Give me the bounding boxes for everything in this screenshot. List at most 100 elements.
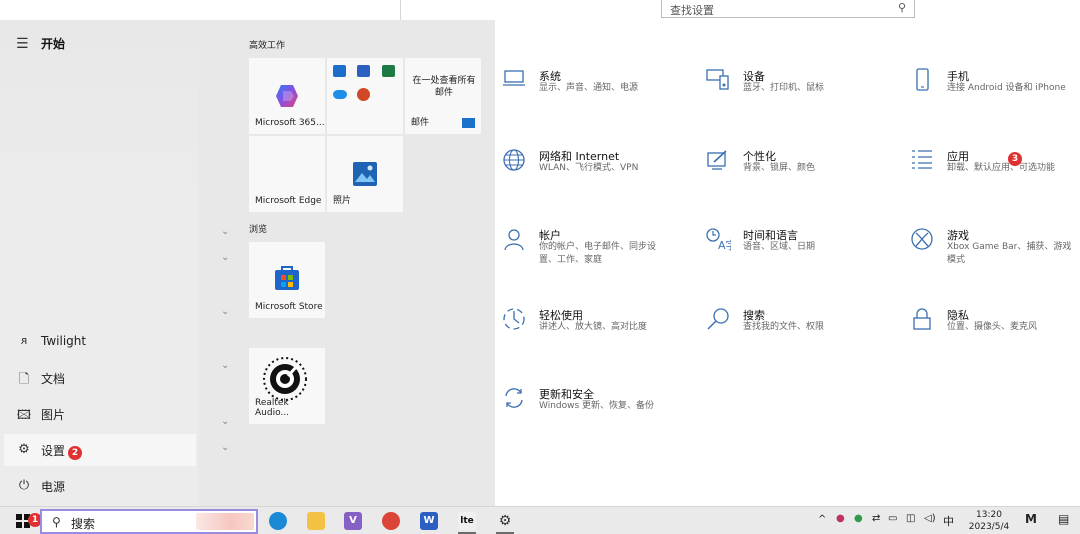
chevron-down-icon[interactable]: ⌄ (221, 252, 229, 263)
document-icon: 🗋 (18, 372, 30, 387)
group-title-productivity: 高效工作 (249, 41, 286, 51)
settings-tile-personalization[interactable]: 个性化 背景、锁屏、颜色 (705, 148, 905, 208)
tile-office-apps[interactable] (327, 58, 403, 134)
outlook-icon (333, 65, 346, 77)
tile-photos[interactable]: 照片 (327, 136, 403, 212)
settings-tile-search[interactable]: 搜索 查找我的文件、权限 (705, 307, 905, 367)
store-icon (273, 264, 301, 295)
chevron-down-icon[interactable]: ⌄ (221, 442, 229, 453)
powerpoint-icon (357, 88, 370, 101)
tile-desc: 连接 Android 设备和 iPhone (947, 83, 1066, 93)
word-icon (357, 65, 370, 77)
photos-icon (353, 162, 377, 189)
network-icon[interactable]: ⇄ (872, 513, 880, 524)
account-icon (501, 227, 527, 253)
step-badge-2: 2 (68, 446, 82, 460)
tile-desc: 你的帐户、电子邮件、同步设置、工作、家庭 (539, 242, 657, 265)
envelope-icon (462, 118, 475, 128)
lte-app-icon[interactable]: lte (458, 512, 476, 530)
chrome-icon[interactable] (382, 512, 400, 530)
settings-tile-devices[interactable]: 设备 蓝牙、打印机、鼠标 (705, 68, 905, 128)
tile-label: Microsoft Store (255, 302, 323, 312)
power-label: 电源 (41, 480, 66, 494)
edge-icon[interactable] (269, 512, 287, 530)
tile-desc: 查找我的文件、权限 (743, 322, 825, 332)
search-icon: ⚲ (897, 1, 906, 14)
step-badge-3: 3 (1008, 152, 1022, 166)
devices-icon (705, 68, 731, 94)
chevron-down-icon[interactable]: ⌄ (221, 226, 229, 237)
visual-studio-icon[interactable]: V (344, 512, 362, 530)
input-language[interactable]: 中 (943, 513, 954, 529)
settings-tile-ease-of-access[interactable]: 轻松使用 讲述人、放大镜、高对比度 (501, 307, 701, 367)
start-menu-left-pane: ☰ 开始 ᴙ Twilight 🗋 文档 🖾 图片 ⚙ 设置 2 ⏻ 电源 (0, 20, 198, 506)
hamburger-icon[interactable]: ☰ (16, 36, 29, 52)
search-highlight-decoration (196, 513, 254, 530)
chevron-up-icon[interactable]: ^ (818, 514, 826, 525)
settings-tile-phone[interactable]: 手机 连接 Android 设备和 iPhone (909, 68, 1080, 128)
tile-label: 邮件 (411, 118, 430, 128)
chevron-down-icon[interactable]: ⌄ (221, 360, 229, 371)
notification-icon[interactable]: ▤ (1058, 512, 1069, 526)
settings-tile-system[interactable]: 系统 显示、声音、通知、电源 (501, 68, 701, 128)
tile-microsoft-edge[interactable]: Microsoft Edge (249, 136, 325, 212)
speaker-icon[interactable]: ◁) (924, 513, 936, 524)
phone-icon (909, 68, 935, 94)
taskbar-clock[interactable]: 13:20 2023/5/4 (964, 509, 1014, 533)
battery-icon[interactable]: ▭ (888, 513, 897, 524)
clock-time: 13:20 (976, 510, 1002, 520)
tile-microsoft-store[interactable]: Microsoft Store (249, 242, 325, 318)
settings-tile-gaming[interactable]: 游戏 Xbox Game Bar、捕获、游戏模式 (909, 227, 1080, 287)
chevron-down-icon[interactable]: ⌄ (221, 306, 229, 317)
group-title-browse: 浏览 (249, 225, 268, 235)
taskbar-search-label: 搜索 (71, 517, 96, 531)
start-user-account[interactable]: ᴙ Twilight (4, 326, 196, 358)
settings-label: 设置 (41, 444, 66, 458)
tray-app-icon[interactable]: ● (836, 513, 845, 524)
power-icon: ⏻ (18, 478, 30, 493)
start-item-power[interactable]: ⏻ 电源 (4, 470, 196, 502)
settings-tile-privacy[interactable]: 隐私 位置、摄像头、麦克风 (909, 307, 1080, 367)
tile-desc: 语音、区域、日期 (743, 242, 816, 252)
settings-search-placeholder: 查找设置 (670, 4, 714, 17)
tile-desc: Windows 更新、恢复、备份 (539, 401, 655, 411)
word-icon[interactable]: W (420, 512, 438, 530)
globe-icon (501, 148, 527, 174)
start-item-documents[interactable]: 🗋 文档 (4, 362, 196, 394)
settings-tile-network[interactable]: 网络和 Internet WLAN、飞行模式、VPN (501, 148, 701, 208)
settings-tile-accounts[interactable]: 帐户 你的帐户、电子邮件、同步设置、工作、家庭 (501, 227, 701, 287)
start-item-settings[interactable]: ⚙ 设置 (4, 434, 196, 466)
start-menu: ☰ 开始 ᴙ Twilight 🗋 文档 🖾 图片 ⚙ 设置 2 ⏻ 电源 高效… (0, 20, 495, 506)
tile-desc: 背景、锁屏、颜色 (743, 163, 816, 173)
excel-icon (382, 65, 395, 77)
m-app-icon[interactable]: M (1025, 512, 1037, 526)
search-icon (705, 307, 731, 333)
tile-desc: 位置、摄像头、麦克风 (947, 322, 1038, 332)
tile-mail[interactable]: 在一处查看所有邮件 邮件 (405, 58, 481, 134)
settings-tile-update-security[interactable]: 更新和安全 Windows 更新、恢复、备份 (501, 386, 701, 446)
pictures-label: 图片 (41, 408, 66, 422)
chevron-down-icon[interactable]: ⌄ (221, 416, 229, 427)
clock-date: 2023/5/4 (968, 522, 1010, 532)
tile-desc: Xbox Game Bar、捕获、游戏模式 (947, 242, 1072, 265)
tile-realtek-audio[interactable]: Realtek Audio... (249, 348, 325, 424)
tile-label: 照片 (333, 196, 352, 206)
wifi-icon[interactable]: ◫ (906, 513, 915, 524)
svg-text:A字: A字 (718, 238, 731, 251)
tile-microsoft-365[interactable]: Microsoft 365... (249, 58, 325, 134)
start-title: 开始 (41, 37, 66, 51)
taskbar-search-box[interactable]: ⚲ 搜索 (40, 509, 258, 534)
gear-icon[interactable]: ⚙ (496, 512, 514, 530)
wechat-icon[interactable]: ● (854, 513, 863, 524)
laptop-icon (501, 68, 527, 94)
start-item-pictures[interactable]: 🖾 图片 (4, 398, 196, 430)
tile-desc: 讲述人、放大镜、高对比度 (539, 322, 648, 332)
file-explorer-icon[interactable] (307, 512, 325, 530)
user-name: Twilight (41, 334, 87, 348)
settings-tile-time-language[interactable]: A字 时间和语言 语音、区域、日期 (705, 227, 905, 287)
settings-tile-apps[interactable]: 应用 卸载、默认应用、可选功能 (909, 148, 1080, 208)
search-icon: ⚲ (52, 515, 61, 529)
mail-heading: 在一处查看所有邮件 (412, 76, 476, 98)
settings-search-box[interactable]: 查找设置 ⚲ (661, 0, 915, 18)
lock-icon (909, 307, 935, 333)
